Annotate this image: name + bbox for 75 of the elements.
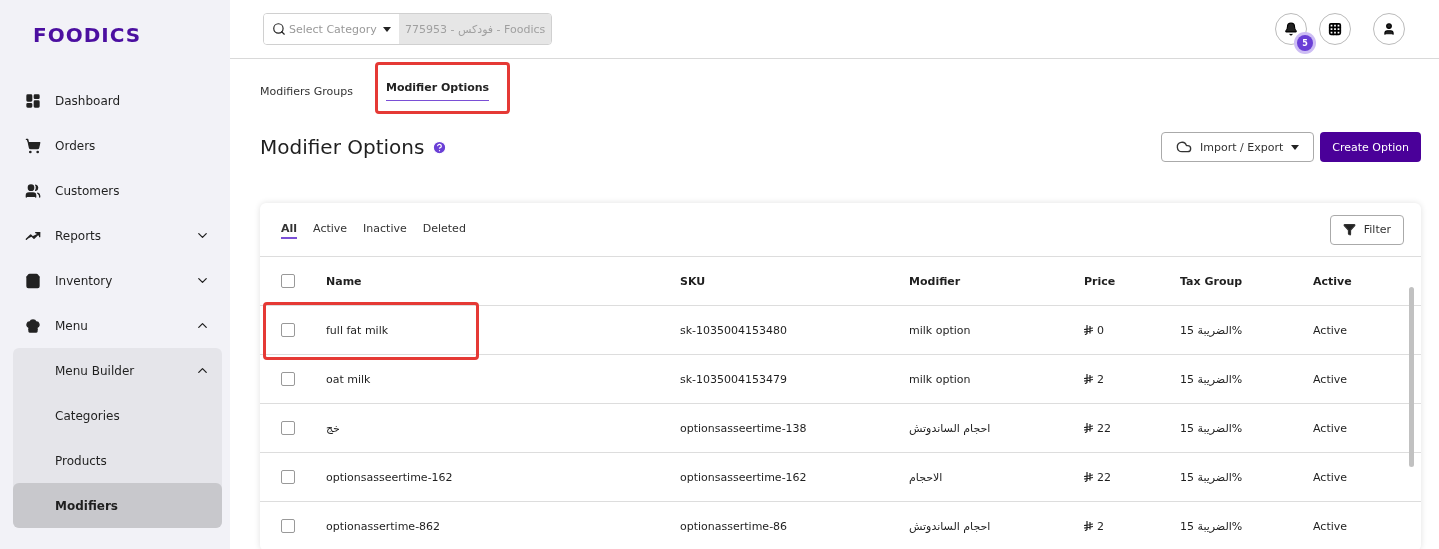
bell-icon: [1284, 22, 1298, 36]
create-option-button[interactable]: Create Option: [1320, 132, 1421, 162]
table-cell: 0: [1097, 323, 1104, 337]
table-cell-text: optionsasseertime-162: [326, 470, 454, 484]
table-cell-text: milk option: [909, 372, 972, 386]
table-cell-text: الضريبة 15%: [1180, 372, 1244, 386]
table-cell-text: الضريبة 15%: [1180, 470, 1244, 484]
column-header: SKU: [680, 274, 707, 288]
table-cell-text: optionassertime-86: [680, 519, 789, 533]
filter-tab[interactable]: All: [281, 220, 298, 239]
table-cell-text: sk-1035004153479: [680, 372, 789, 386]
table-cell: 2: [1097, 519, 1104, 533]
filter-tab[interactable]: Active: [313, 220, 348, 239]
table-cell-text: optionsasseertime-138: [680, 421, 808, 435]
table-cell-text: optionsasseertime-162: [680, 470, 808, 484]
tab[interactable]: Modifiers Groups: [260, 62, 363, 114]
table-cell-text: الضريبة 15%: [1180, 323, 1244, 337]
column-header: Modifier: [909, 274, 962, 288]
table-cell-text: Active: [1313, 372, 1349, 386]
table-cell-text: Active: [1313, 323, 1349, 337]
sidebar-item[interactable]: Inventory: [13, 258, 222, 303]
table-cell: 22: [1097, 421, 1111, 435]
notification-badge: 5: [1297, 35, 1313, 51]
cloud-icon: [1176, 139, 1192, 155]
table-cell-text: خج: [326, 421, 341, 435]
table-cell-text: Active: [1313, 421, 1349, 435]
checkbox[interactable]: [281, 323, 295, 337]
sidebar-item[interactable]: Menu Builder: [13, 348, 222, 393]
help-icon[interactable]: [432, 139, 448, 155]
filter-tab[interactable]: Deleted: [422, 220, 466, 239]
table-cell-text: الاحجام: [909, 470, 944, 484]
sidebar-item[interactable]: Categories: [13, 393, 222, 438]
table-cell-text: Active: [1313, 470, 1349, 484]
sidebar-item[interactable]: Products: [13, 438, 222, 483]
profile-button[interactable]: [1373, 13, 1405, 45]
checkbox[interactable]: [281, 470, 295, 484]
table-cell-text: الضريبة 15%: [1180, 421, 1244, 435]
import-export-button[interactable]: Import / Export: [1161, 132, 1315, 162]
sidebar-item[interactable]: Reports: [13, 213, 222, 258]
table-cell-text: sk-1035004153480: [680, 323, 789, 337]
column-header: Active: [1313, 274, 1353, 288]
scrollbar[interactable]: [1409, 287, 1414, 467]
table-cell-text: Active: [1313, 519, 1349, 533]
notifications-button[interactable]: [1275, 13, 1307, 45]
grid-icon: [1328, 22, 1342, 36]
sidebar-item[interactable]: Modifiers: [13, 483, 222, 528]
column-header: Name: [326, 274, 363, 288]
filter-button[interactable]: Filter: [1329, 214, 1404, 245]
filter-tab[interactable]: Inactive: [363, 220, 407, 239]
table-cell-text: الضريبة 15%: [1180, 519, 1244, 533]
column-header: Tax Group: [1180, 274, 1244, 288]
table-cell-text: full fat milk: [326, 323, 390, 337]
column-header: Price: [1084, 274, 1117, 288]
checkbox[interactable]: [281, 519, 295, 533]
checkbox[interactable]: [281, 274, 295, 288]
filter-icon: [1342, 223, 1356, 236]
caret-icon: [1291, 144, 1300, 150]
table-cell-text: احجام الساندوتش: [909, 519, 992, 533]
table-cell-text: احجام الساندوتش: [909, 421, 992, 435]
table-cell: 22: [1097, 470, 1111, 484]
page-title: Modifier Options: [260, 135, 425, 159]
table-cell-text: optionassertime-862: [326, 519, 442, 533]
table-cell: 2: [1097, 372, 1104, 386]
sidebar-item[interactable]: Dashboard: [13, 78, 222, 123]
sidebar-item[interactable]: Menu: [13, 303, 222, 348]
checkbox[interactable]: [281, 372, 295, 386]
apps-button[interactable]: [1319, 13, 1351, 45]
logo: FOODICS: [32, 22, 143, 49]
sidebar-item[interactable]: Orders: [13, 123, 222, 168]
user-icon: [1382, 22, 1396, 36]
table-cell-text: milk option: [909, 323, 972, 337]
sidebar-item[interactable]: Customers: [13, 168, 222, 213]
tab[interactable]: Modifier Options: [374, 62, 511, 114]
table-cell-text: oat milk: [326, 372, 372, 386]
checkbox[interactable]: [281, 421, 295, 435]
